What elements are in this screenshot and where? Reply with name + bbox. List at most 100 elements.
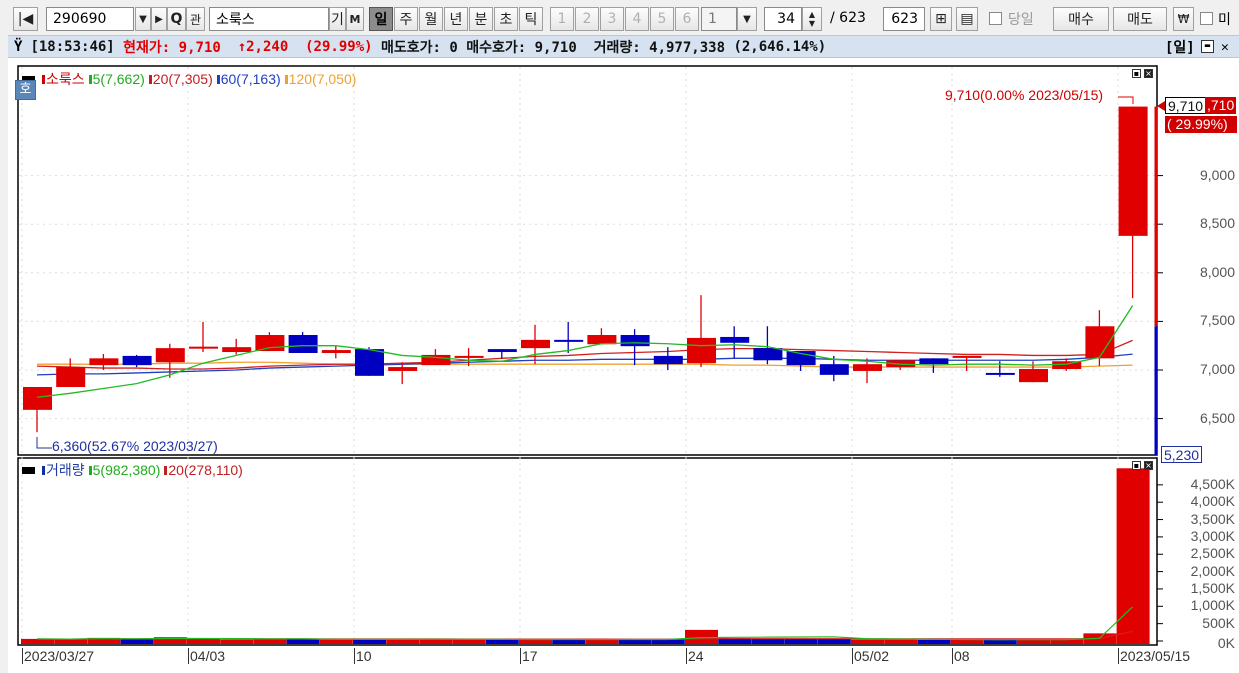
volume-axis-label: 2,000K (1190, 562, 1235, 579)
volume-axis-label: 500K (1202, 614, 1235, 631)
price-legend: 소룩스 5(7,662) 20(7,305) 60(7,163) 120(7,0… (22, 69, 356, 89)
pane-close-icon[interactable]: × (1144, 69, 1153, 78)
candle-body (23, 387, 52, 410)
volume-bar (386, 639, 420, 644)
volume-bar (552, 639, 586, 644)
current-price-pointer (1157, 101, 1165, 111)
volume-axis-label: 4,500K (1190, 475, 1235, 492)
price-axis-label: 8,000 (1199, 263, 1235, 280)
candle-body (1085, 326, 1115, 359)
candle-body (355, 349, 384, 376)
low-price-annotation: 6,360(52.67% 2023/03/27) (52, 438, 218, 454)
candle-body (56, 367, 86, 388)
legend-ma20: 20(7,305) (152, 71, 213, 87)
bottom-price-marker: 5,230 (1161, 446, 1203, 463)
candle-body (155, 348, 185, 363)
volume-pane-frame (17, 457, 1158, 646)
volume-bar (784, 638, 818, 644)
volume-axis-label: 3,000K (1190, 527, 1235, 544)
price-axis-label: 9,000 (1199, 166, 1235, 183)
volume-bar (950, 639, 984, 644)
volume-bar (618, 639, 652, 644)
legend-volume-ma5: 5(982,380) (92, 462, 161, 478)
candle-body (222, 347, 252, 353)
candle-body (620, 335, 650, 347)
candle-body (255, 335, 285, 352)
candle-body (521, 339, 550, 349)
volume-axis-label: 3,500K (1190, 510, 1235, 527)
volume-axis-label: 2,500K (1190, 545, 1235, 562)
candle-body (454, 355, 484, 358)
current-price-marker-tail: ,710 (1205, 97, 1237, 114)
volume-bar (452, 639, 486, 644)
candle-body (1019, 369, 1048, 383)
volume-axis-label: 1,500K (1190, 579, 1235, 596)
volume-bar (220, 639, 254, 644)
volume-bar (21, 638, 54, 644)
volume-axis-label: 4,000K (1190, 493, 1235, 510)
volume-bar (187, 638, 220, 644)
legend-volume: 거래량 (46, 462, 85, 478)
date-axis-label: 10 (354, 648, 372, 664)
date-axis-label: 17 (520, 648, 538, 664)
candle-body (720, 336, 750, 343)
volume-ma5-line (36, 606, 1134, 641)
volume-bar (54, 639, 88, 644)
current-price-marker: 9,710 (1165, 97, 1207, 114)
candle-body (554, 339, 584, 342)
volume-bar (817, 638, 851, 644)
high-price-annotation: 9,710(0.00% 2023/05/15) (945, 87, 1104, 103)
legend-stock-name: 소룩스 (46, 71, 85, 87)
volume-bar (917, 639, 951, 644)
volume-bar (884, 639, 918, 644)
ma5-line (36, 305, 1134, 398)
current-change-marker: ( 29.99%) (1165, 116, 1237, 133)
candle-body (321, 350, 351, 353)
date-axis-label: 08 (952, 648, 970, 664)
pane-maximize-icon[interactable]: ▪ (1132, 69, 1141, 78)
low-annotation-arrow (36, 437, 52, 449)
hoga-badge[interactable]: 호 (15, 80, 36, 100)
candle-body (753, 348, 783, 361)
price-axis-label: 7,500 (1199, 312, 1235, 329)
candle-body (952, 355, 982, 358)
date-axis-label: 04/03 (188, 648, 226, 664)
volume-bar (253, 639, 287, 644)
volume-bar (485, 639, 519, 644)
candle-body (388, 367, 418, 371)
date-axis-label: 2023/05/15 (1118, 648, 1191, 664)
price-axis-label: 7,000 (1199, 361, 1235, 377)
candle-body (819, 364, 849, 375)
volume-pane-maximize-icon[interactable]: ▪ (1132, 461, 1141, 470)
candle-body (189, 346, 218, 349)
volume-bar (651, 639, 685, 644)
date-axis-label: 24 (686, 648, 704, 664)
candle-body (487, 349, 517, 353)
candle-body (687, 337, 716, 364)
candle-body (985, 372, 1015, 375)
candle-body (653, 355, 683, 365)
volume-bar (751, 638, 785, 644)
volume-bar (120, 639, 154, 644)
date-axis-label: 2023/03/27 (22, 648, 95, 664)
candle-body (288, 335, 318, 353)
legend-swatch-icon (22, 466, 35, 474)
candle-body (122, 355, 152, 366)
legend-ma120: 120(7,050) (288, 71, 357, 87)
volume-axis-label: 1,000K (1190, 597, 1235, 614)
volume-bar (851, 639, 884, 644)
candle-body (1118, 106, 1148, 236)
candle-body (853, 364, 882, 371)
volume-bar (286, 639, 320, 644)
candle-body (89, 358, 119, 366)
price-pane-frame (17, 65, 1158, 456)
candle-body (919, 358, 949, 365)
date-axis-label: 05/02 (852, 648, 890, 664)
high-annotation-arrow (1118, 96, 1134, 104)
legend-ma60: 60(7,163) (220, 71, 281, 87)
volume-bar (319, 639, 353, 644)
price-axis-label: 8,500 (1199, 215, 1235, 232)
legend-ma5: 5(7,662) (92, 71, 145, 87)
volume-pane-close-icon[interactable]: × (1144, 461, 1153, 470)
price-axis-label: 6,500 (1199, 409, 1235, 426)
